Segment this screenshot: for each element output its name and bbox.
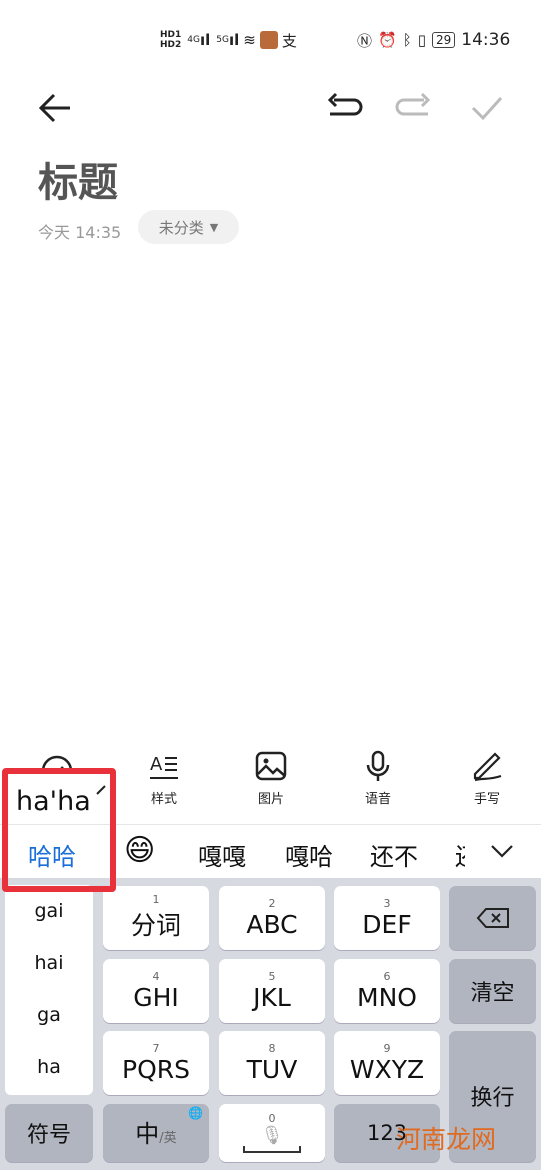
pinyin-option[interactable]: gai (5, 885, 93, 937)
backspace-key[interactable] (449, 886, 536, 950)
key-label: GHI (133, 982, 179, 1012)
4g-signal-icon: 4G (187, 35, 200, 45)
key-label: JKL (253, 982, 291, 1012)
pinyin-list[interactable]: gai hai ga ha (5, 885, 93, 1095)
redo-icon[interactable] (394, 88, 434, 128)
globe-icon: 🌐 (188, 1106, 203, 1120)
tool-voice[interactable]: 语音 (343, 750, 413, 807)
candidate[interactable]: 还 (455, 837, 465, 872)
expand-chevron-icon[interactable] (490, 843, 514, 859)
check-icon[interactable] (467, 88, 507, 128)
tool-handwriting[interactable]: 手写 (452, 750, 522, 807)
t9-key[interactable]: 4 GHI (103, 959, 209, 1023)
tool-image[interactable]: 图片 (236, 750, 306, 807)
tool-label: 手写 (473, 792, 500, 807)
tool-label: 图片 (257, 792, 284, 807)
candidate[interactable]: 还不 (370, 837, 418, 872)
note-title[interactable]: 标题 (38, 150, 118, 208)
key-number: 0 (268, 1112, 276, 1125)
pinyin-option[interactable]: ha (5, 1041, 93, 1093)
key-label: MNO (357, 982, 417, 1012)
watermark: 河南龙网 (396, 1125, 497, 1154)
text-style-icon: A (150, 754, 178, 779)
note-date: 今天 14:35 (38, 223, 122, 242)
t9-key[interactable]: 3 DEF (334, 886, 440, 950)
key-number: 4 (152, 969, 160, 983)
undo-icon[interactable] (324, 88, 364, 128)
backspace-icon (476, 908, 509, 928)
key-number: 2 (268, 896, 276, 910)
image-icon (255, 751, 287, 781)
t9-key[interactable]: 5 JKL (219, 959, 325, 1023)
t9-key[interactable]: 7 PQRS (103, 1031, 209, 1095)
language-switch-key[interactable]: 中/英 🌐 (103, 1104, 209, 1162)
candidate-emoji[interactable]: 😄 (124, 833, 155, 868)
t9-key[interactable]: 2 ABC (219, 886, 325, 950)
key-label: 分词 (130, 911, 181, 940)
space-key[interactable]: 0 🎙 (219, 1104, 325, 1162)
pinyin-option[interactable]: hai (5, 937, 93, 989)
t9-key[interactable]: 8 TUV (219, 1031, 325, 1095)
t9-key[interactable]: 1 分词 (103, 886, 209, 950)
back-arrow-icon[interactable] (36, 88, 76, 128)
candidate[interactable]: 嘎嘎 (198, 837, 246, 872)
tool-label: 样式 (150, 792, 177, 807)
space-bar-icon (243, 1146, 301, 1153)
lang-alt: /英 (159, 1131, 177, 1146)
key-label: WXYZ (349, 1054, 425, 1084)
t9-key[interactable]: 9 WXYZ (334, 1031, 440, 1095)
tool-label: 语音 (364, 792, 391, 807)
status-right: Ⓝ ⏰ ᛒ ▯ 29 14:36 (357, 22, 510, 58)
key-number: 8 (268, 1041, 276, 1055)
svg-text:A: A (150, 754, 163, 775)
key-label: ABC (246, 909, 298, 939)
symbol-key[interactable]: 符号 (5, 1104, 93, 1162)
alarm-icon: ⏰ (378, 31, 397, 49)
key-label: DEF (362, 909, 412, 939)
t9-key[interactable]: 6 MNO (334, 959, 440, 1023)
highlight-box (2, 768, 116, 892)
key-number: 5 (268, 969, 276, 983)
key-number: 9 (383, 1041, 391, 1055)
wifi-icon: ≋ (243, 31, 256, 49)
mic-icon (366, 750, 390, 781)
nfc-icon: Ⓝ (357, 31, 373, 50)
pen-icon (473, 752, 502, 782)
bluetooth-icon: ᛒ (402, 31, 412, 49)
key-number: 1 (152, 893, 160, 906)
category-label: 未分类 (158, 218, 204, 237)
clear-key[interactable]: 清空 (449, 959, 536, 1023)
alipay-icon: 支 (281, 31, 297, 50)
status-left: HD1 HD2 4G ıl 5G ıl ≋ 支 (160, 30, 297, 50)
vibrate-icon: ▯ (417, 31, 426, 49)
candidate[interactable]: 嘎哈 (285, 837, 333, 872)
key-number: 7 (152, 1041, 160, 1055)
key-number: 3 (383, 896, 391, 910)
category-dropdown[interactable]: 未分类 ▼ (138, 210, 239, 244)
app-avatar-icon (259, 31, 278, 49)
caret-down-icon: ▼ (209, 220, 219, 234)
lang-main: 中 (135, 1120, 160, 1148)
key-label: TUV (246, 1054, 298, 1084)
key-number: 6 (383, 969, 391, 983)
mic-small-icon: 🎙 (260, 1125, 284, 1146)
5g-signal-icon: 5G (216, 35, 229, 45)
hd-sim-icon: HD1 HD2 (160, 30, 182, 50)
battery-indicator: 29 (431, 32, 456, 48)
clock: 14:36 (461, 30, 511, 50)
tool-style[interactable]: A 样式 (129, 750, 199, 807)
key-label: PQRS (122, 1054, 190, 1084)
pinyin-option[interactable]: ga (5, 989, 93, 1041)
